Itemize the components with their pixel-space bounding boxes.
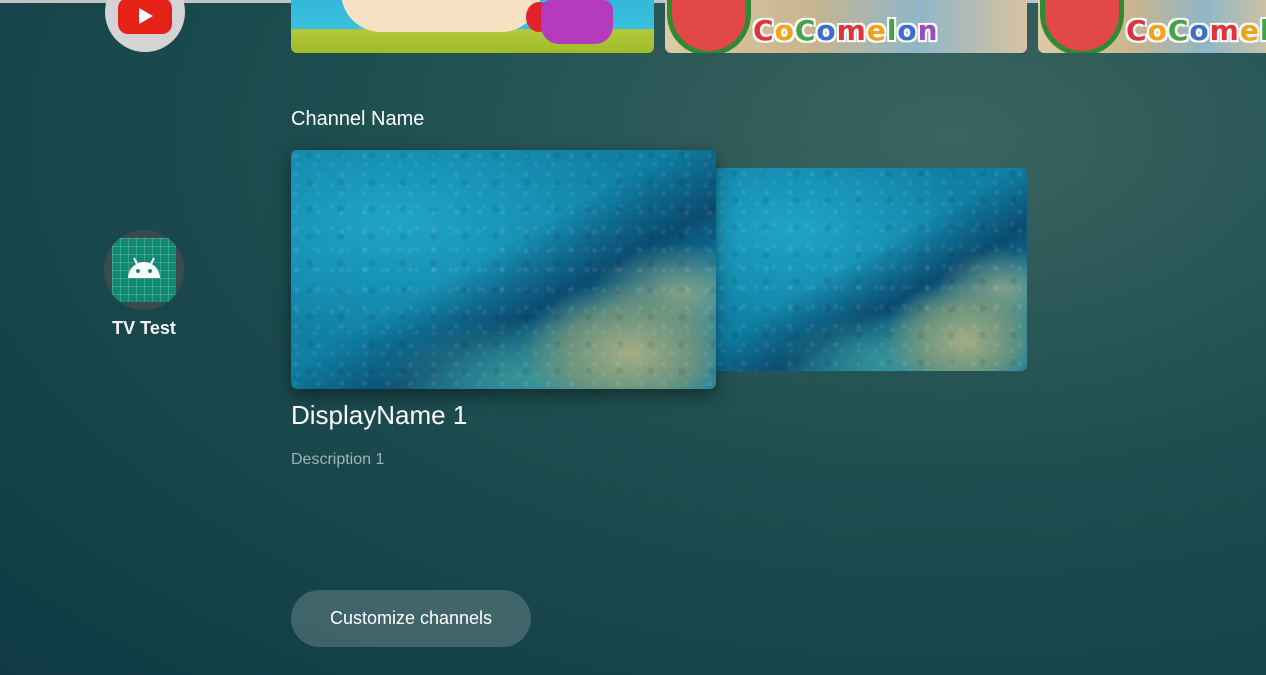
cocomelon-thumbnail-1[interactable]: CoComelon — [665, 0, 1027, 53]
cocomelon-logo: CoComelo — [1126, 14, 1266, 47]
customize-channels-button[interactable]: Customize channels — [291, 590, 531, 647]
tv-test-app-label: TV Test — [112, 318, 176, 338]
youtube-app-tile[interactable] — [105, 0, 185, 52]
melon-character — [1040, 0, 1124, 53]
tv-test-app-tile[interactable] — [104, 230, 184, 310]
cocomelon-thumbnail-2[interactable]: CoComelo — [1038, 0, 1266, 53]
program-card-2[interactable] — [716, 168, 1027, 371]
program-thumbnail-image — [291, 150, 716, 389]
melon-character — [667, 0, 751, 53]
cartoon-thumbnail[interactable] — [291, 0, 654, 53]
program-thumbnail-image — [716, 168, 1027, 371]
program-display-name: DisplayName 1 — [291, 400, 468, 430]
youtube-icon — [118, 0, 172, 34]
channel-title: Channel Name — [291, 108, 425, 130]
program-description: Description 1 — [291, 451, 385, 468]
cocomelon-logo: CoComelon — [753, 14, 939, 47]
purple-jar — [541, 0, 613, 44]
cartoon-figure — [341, 0, 541, 32]
program-card-1[interactable] — [291, 150, 716, 389]
android-icon — [112, 238, 176, 302]
